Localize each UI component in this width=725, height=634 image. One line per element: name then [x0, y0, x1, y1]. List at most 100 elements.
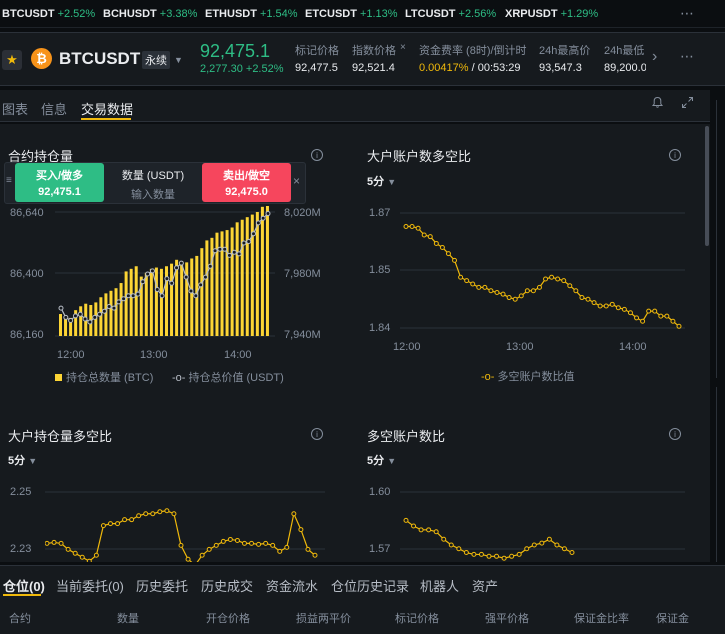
ratio-point: [470, 281, 476, 287]
info-icon[interactable]: i: [311, 428, 323, 440]
ratio-point: [65, 546, 71, 552]
oi-bar: [59, 314, 62, 336]
more-icon[interactable]: ⋯: [680, 48, 694, 65]
ratio-point: [433, 529, 439, 535]
funding-rate-label: 资金费率 (8时)/倒计时: [419, 45, 527, 57]
bell-icon[interactable]: [651, 96, 664, 112]
oi-value-point: [241, 240, 247, 246]
info-icon[interactable]: i: [669, 428, 681, 440]
quantity-input[interactable]: 数量 (USDT) 输入数量: [106, 163, 200, 202]
drag-handle-icon[interactable]: ≡: [6, 175, 12, 186]
tab-order-history[interactable]: 历史委托: [136, 576, 188, 595]
ticker-item[interactable]: XRPUSDT +1.29%: [505, 8, 598, 20]
tab-bots[interactable]: 机器人: [420, 576, 459, 595]
scrollbar[interactable]: [705, 126, 709, 246]
ticker-item[interactable]: BCHUSDT +3.38%: [103, 8, 197, 20]
ratio-point: [51, 539, 57, 545]
ratio-line: [406, 225, 680, 327]
info-icon[interactable]: i: [669, 149, 681, 161]
ticker-item[interactable]: ETCUSDT +1.13%: [305, 8, 398, 20]
tab-trading-data[interactable]: 交易数据: [81, 99, 133, 118]
oi-value-point: [68, 318, 74, 323]
tab-chart[interactable]: 图表: [2, 99, 28, 118]
ratio-point: [567, 283, 573, 289]
oi-value-point: [92, 314, 98, 320]
ratio-point: [427, 234, 433, 240]
period-select[interactable]: 5分 ▼: [8, 452, 37, 468]
ratio-point: [512, 296, 518, 302]
ratio-point: [664, 313, 670, 319]
ratio-point: [439, 245, 445, 250]
tab-trade-history[interactable]: 历史成交: [201, 576, 253, 595]
ratio-point: [591, 300, 597, 306]
ratio-point: [418, 527, 424, 533]
oi-value-point: [111, 305, 117, 311]
ratio-point: [456, 546, 462, 552]
close-icon: ×: [400, 42, 406, 53]
symbol-name[interactable]: BTCUSDT: [59, 49, 140, 69]
buy-long-button[interactable]: 买入/做多 92,475.1: [15, 163, 104, 202]
low-24h-label: 24h最低: [604, 45, 645, 57]
tab-transaction-history[interactable]: 资金流水: [266, 576, 318, 595]
legend-item[interactable]: -o- 多空账户数比值: [481, 368, 574, 384]
oi-value-point: [101, 308, 107, 314]
ratio-point: [452, 257, 458, 263]
y-tick-label: 86,640: [10, 207, 44, 219]
expand-icon[interactable]: [681, 96, 694, 112]
sell-short-button[interactable]: 卖出/做空 92,475.0: [202, 163, 291, 202]
ratio-point: [543, 276, 549, 282]
ratio-point: [554, 542, 560, 548]
ratio-point: [185, 556, 191, 562]
y-tick-label: 1.60: [369, 486, 391, 498]
y-tick-label: 1.84: [369, 322, 391, 334]
ratio-point: [171, 511, 177, 517]
ratio-point: [305, 546, 311, 552]
ratio-point: [115, 521, 121, 527]
oi-value-point: [246, 238, 252, 244]
period-select[interactable]: 5分 ▼: [367, 452, 396, 468]
ticker-item[interactable]: ETHUSDT +1.54%: [205, 8, 298, 20]
tab-assets[interactable]: 资产: [472, 576, 498, 595]
oi-value-point: [63, 314, 69, 320]
more-icon[interactable]: ⋯: [680, 5, 694, 22]
y-tick-label: 86,400: [10, 268, 44, 280]
ratio-point: [256, 541, 262, 547]
ticker-item[interactable]: BTCUSDT +2.52%: [2, 8, 95, 20]
chevron-down-icon[interactable]: ▼: [174, 55, 183, 65]
info-icon[interactable]: i: [311, 149, 323, 161]
ticker-item[interactable]: LTCUSDT +2.56%: [405, 8, 496, 20]
ratio-point: [555, 276, 561, 282]
tab-positions[interactable]: 仓位(0): [3, 576, 45, 595]
ratio-point: [441, 536, 447, 542]
oi-bar: [129, 268, 133, 336]
high-24h-value: 93,547.3: [539, 62, 582, 74]
ratio-point: [549, 274, 555, 280]
tab-open-orders[interactable]: 当前委托(0): [56, 576, 124, 595]
oi-chart: [55, 206, 275, 337]
oi-value-point: [178, 260, 184, 266]
ratio-point: [79, 554, 85, 560]
oi-bar: [134, 266, 138, 336]
oi-bar: [170, 263, 174, 336]
ratio-point: [561, 278, 567, 284]
ratio-point: [241, 540, 247, 546]
ratio-point: [199, 552, 205, 558]
close-icon[interactable]: ×: [293, 174, 300, 188]
ratio-point: [524, 546, 530, 552]
tab-position-history[interactable]: 仓位历史记录: [331, 576, 409, 595]
legend-item[interactable]: -o- 持仓总价值 (USDT): [172, 369, 284, 385]
column-header: 合约: [9, 613, 31, 625]
ratio-point: [463, 550, 469, 556]
ratio-point: [573, 288, 579, 294]
oi-value-point: [202, 274, 208, 280]
oi-value-point: [193, 293, 199, 299]
tab-info[interactable]: 信息: [41, 99, 67, 118]
oi-value-point: [217, 246, 223, 252]
legend-item[interactable]: 持仓总数量 (BTC): [55, 369, 153, 385]
chevron-right-icon[interactable]: ›: [652, 48, 657, 66]
period-select[interactable]: 5分 ▼: [367, 173, 396, 189]
ratio-point: [494, 553, 500, 559]
favorite-star-icon[interactable]: ★: [2, 50, 22, 70]
ratio-point: [585, 296, 591, 302]
ratio-point: [291, 511, 297, 517]
